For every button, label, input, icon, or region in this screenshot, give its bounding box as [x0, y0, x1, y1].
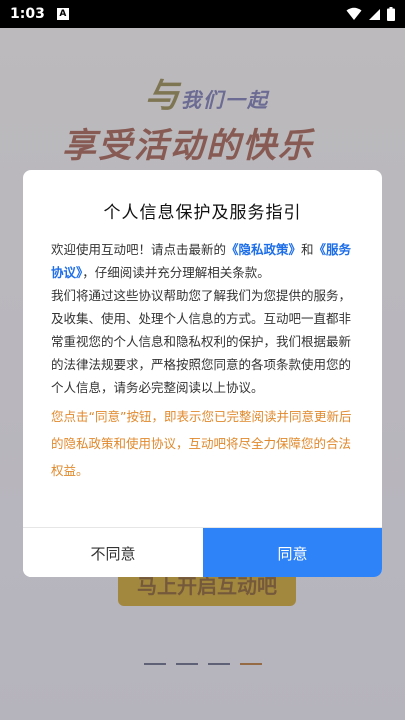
agreement-description: 我们将通过这些协议帮助您了解我们为您提供的服务，及收集、使用、处理个人信息的方式…: [51, 288, 352, 395]
dialog-body: 欢迎使用互动吧！请点击最新的《隐私政策》和《服务协议》，仔细阅读并充分理解相关条…: [51, 238, 353, 484]
welcome-suffix: ，仔细阅读并充分理解相关条款。: [82, 265, 270, 280]
app-notification-icon: A: [56, 8, 69, 20]
dialog-actions: 不同意 同意: [23, 527, 382, 577]
agree-button[interactable]: 同意: [203, 528, 382, 577]
privacy-dialog: 个人信息保护及服务指引 欢迎使用互动吧！请点击最新的《隐私政策》和《服务协议》，…: [23, 170, 382, 577]
cellular-signal-icon: [369, 8, 380, 20]
privacy-policy-link[interactable]: 《隐私政策》: [226, 242, 301, 257]
wifi-icon: [346, 7, 362, 20]
welcome-and: 和: [301, 242, 314, 257]
status-bar: 1:03 A: [0, 0, 405, 28]
dialog-title: 个人信息保护及服务指引: [103, 203, 302, 223]
battery-icon: [387, 7, 395, 21]
status-time: 1:03: [10, 6, 45, 22]
disagree-button[interactable]: 不同意: [23, 528, 203, 577]
consent-notice: 您点击“同意”按钮，即表示您已完整阅读并同意更新后的隐私政策和使用协议，互动吧将…: [51, 409, 352, 478]
welcome-prefix: 欢迎使用互动吧！请点击最新的: [51, 242, 227, 257]
status-icons: [346, 0, 395, 28]
welcome-paragraph: 欢迎使用互动吧！请点击最新的《隐私政策》和《服务协议》，仔细阅读并充分理解相关条…: [51, 238, 353, 284]
